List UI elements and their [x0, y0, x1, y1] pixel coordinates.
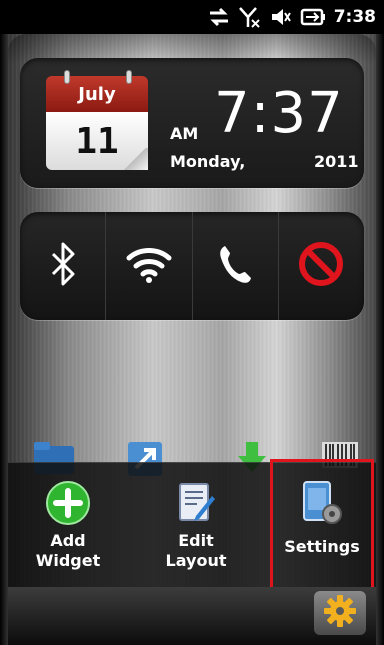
bottom-bar — [8, 587, 376, 645]
bluetooth-icon — [48, 242, 78, 290]
volume-muted-icon — [270, 6, 292, 28]
add-widget-button[interactable]: Add Widget — [8, 479, 128, 579]
screen-frame-left — [0, 0, 8, 645]
phone-icon — [217, 244, 253, 288]
edit-layout-button[interactable]: Edit Layout — [136, 479, 256, 579]
clock-widget[interactable]: July 11 AM 7:37 Monday, 2011 — [20, 58, 364, 188]
status-bar[interactable]: 7:38 — [0, 0, 384, 34]
edit-layout-label: Edit Layout — [165, 531, 227, 570]
time-ampm: AM — [170, 124, 199, 143]
toggle-wifi[interactable] — [105, 212, 191, 320]
edit-layout-icon — [172, 479, 220, 527]
screen-frame-right — [376, 0, 384, 645]
status-time: 7:38 — [333, 7, 376, 27]
calendar-ring — [126, 70, 132, 84]
toggle-phone[interactable] — [191, 212, 278, 320]
calendar-ring — [64, 70, 70, 84]
calendar-icon[interactable]: July 11 — [46, 70, 148, 170]
no-signal-icon — [238, 6, 262, 28]
quick-toggles — [20, 212, 364, 320]
gear-icon — [323, 594, 357, 632]
data-transfer-icon — [208, 6, 230, 28]
toggle-flight-mode[interactable] — [277, 212, 364, 320]
clock-time: 7:37 — [214, 81, 344, 146]
add-widget-label: Add Widget — [35, 531, 101, 570]
home-screen: 7:38 July 11 AM 7:37 Monday, 2011 Add Wi… — [0, 0, 384, 645]
no-entry-icon — [298, 241, 344, 291]
menu-gear-button[interactable] — [314, 591, 366, 635]
toggle-bluetooth[interactable] — [20, 212, 105, 320]
page-curl — [122, 148, 148, 170]
calendar-rings — [46, 70, 148, 84]
add-icon — [44, 479, 92, 527]
wifi-icon — [125, 244, 173, 288]
battery-charging-icon — [300, 6, 326, 28]
date-weekday: Monday, — [170, 152, 246, 171]
settings-highlight-box — [270, 459, 374, 590]
date-year: 2011 — [314, 152, 359, 171]
